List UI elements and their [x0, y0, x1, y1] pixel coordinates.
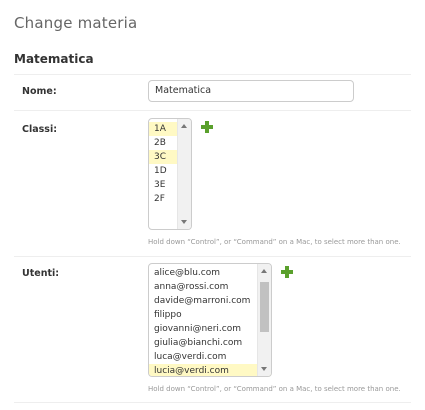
utenti-option[interactable]: giovanni@neri.com [149, 322, 271, 336]
utenti-help-text: Hold down “Control”, or “Command” on a M… [148, 385, 401, 393]
utenti-option[interactable]: lucia@verdi.com [149, 364, 271, 376]
add-utente-plus-icon[interactable] [281, 266, 293, 278]
divider [14, 402, 411, 403]
classi-help-text: Hold down “Control”, or “Command” on a M… [148, 238, 401, 246]
classi-scrollbar[interactable] [177, 119, 191, 229]
utenti-option[interactable]: luca@verdi.com [149, 350, 271, 364]
utenti-option[interactable]: giulia@bianchi.com [149, 336, 271, 350]
scroll-up-arrow-icon[interactable] [261, 269, 267, 273]
scroll-down-arrow-icon[interactable] [181, 220, 187, 224]
change-materia-form: Change materia Matematica Nome: Matemati… [0, 0, 425, 410]
utenti-option[interactable]: anna@rossi.com [149, 280, 271, 294]
divider [14, 110, 411, 111]
fieldset-title: Matematica [14, 52, 94, 66]
divider [14, 256, 411, 257]
nome-label: Nome: [22, 86, 57, 97]
classi-label: Classi: [22, 124, 58, 135]
classi-multiselect[interactable]: 1A 2B 3C 1D 3E 2F [148, 118, 192, 230]
divider [14, 74, 411, 75]
utenti-option[interactable]: filippo [149, 308, 271, 322]
utenti-scrollbar[interactable] [257, 264, 271, 376]
add-classe-plus-icon[interactable] [201, 121, 213, 133]
page-title: Change materia [14, 14, 138, 32]
scroll-down-arrow-icon[interactable] [261, 367, 267, 371]
scrollbar-thumb[interactable] [260, 282, 269, 332]
utenti-multiselect[interactable]: alice@blu.com anna@rossi.com davide@marr… [148, 263, 272, 377]
utenti-label: Utenti: [22, 268, 60, 279]
utenti-option[interactable]: alice@blu.com [149, 266, 271, 280]
nome-input[interactable]: Matematica [148, 80, 354, 102]
utenti-option[interactable]: davide@marroni.com [149, 294, 271, 308]
scroll-up-arrow-icon[interactable] [181, 124, 187, 128]
